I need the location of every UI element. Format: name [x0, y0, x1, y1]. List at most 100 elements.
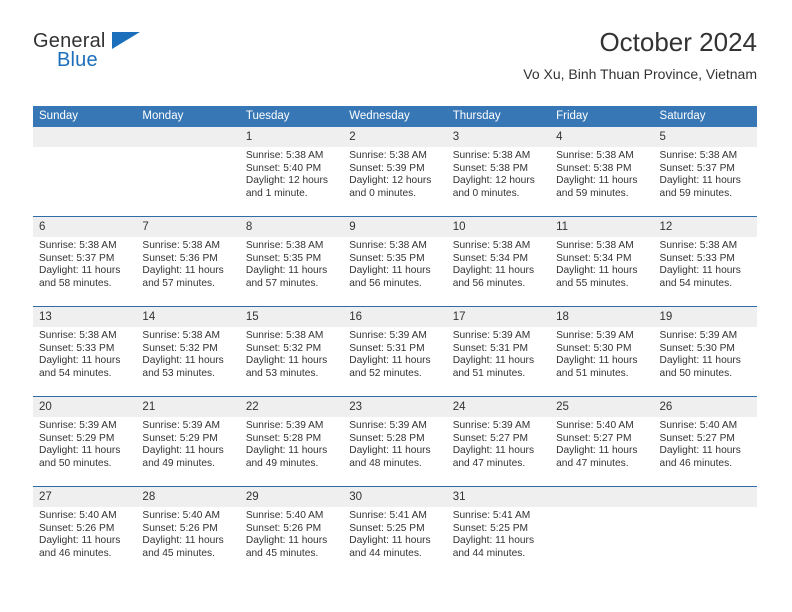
sunset-text: Sunset: 5:38 PM: [556, 162, 632, 174]
day-cell[interactable]: 27 Sunrise: 5:40 AM Sunset: 5:26 PM Dayligh…: [33, 486, 137, 576]
day-cell[interactable]: 23 Sunrise: 5:39 AM Sunset: 5:28 PM Dayligh…: [343, 396, 447, 487]
sunset-text: Sunset: 5:30 PM: [556, 342, 632, 354]
sunset-text: Sunset: 5:35 PM: [245, 252, 322, 264]
sunset-text: Sunset: 5:36 PM: [142, 252, 218, 264]
sunset-text: Sunset: 5:27 PM: [659, 432, 735, 444]
weekday-header-row: Sunday Monday Tuesday Wednesday Thursday…: [33, 106, 757, 127]
day-number: 6: [33, 217, 137, 237]
daylight-text-line2: and 46 minutes.: [39, 547, 112, 559]
daylight-text-line1: Daylight: 11 hours: [39, 535, 121, 547]
day-cell[interactable]: 30 Sunrise: 5:41 AM Sunset: 5:25 PM Dayligh…: [343, 486, 447, 576]
daylight-text-line1: Daylight: 11 hours: [349, 265, 431, 277]
day-details: Sunrise: 5:40 AM Sunset: 5:26 PM Daylight:…: [33, 507, 136, 560]
day-cell[interactable]: 4 Sunrise: 5:38 AM Sunset: 5:38 PM Daylight…: [550, 127, 654, 217]
sunrise-text: Sunrise: 5:39 AM: [556, 330, 634, 341]
day-cell[interactable]: 3 Sunrise: 5:38 AM Sunset: 5:38 PM Daylight…: [446, 127, 551, 217]
day-cell[interactable]: 14 Sunrise: 5:38 AM Sunset: 5:32 PM Dayligh…: [136, 306, 240, 397]
day-cell[interactable]: 20 Sunrise: 5:39 AM Sunset: 5:29 PM Dayligh…: [33, 396, 137, 487]
daylight-text-line2: and 51 minutes.: [452, 367, 526, 379]
day-cell[interactable]: [550, 486, 654, 576]
day-cell[interactable]: 17 Sunrise: 5:39 AM Sunset: 5:31 PM Dayligh…: [446, 306, 551, 397]
day-number: 24: [446, 397, 551, 417]
daylight-text-line1: Daylight: 11 hours: [556, 355, 638, 367]
day-cell[interactable]: 7 Sunrise: 5:38 AM Sunset: 5:36 PM Daylight…: [136, 216, 240, 307]
weekday-header-sunday: Sunday: [33, 106, 137, 127]
day-details: Sunrise: 5:39 AM Sunset: 5:30 PM Daylight:…: [654, 327, 757, 380]
daylight-text-line1: Daylight: 11 hours: [142, 355, 224, 367]
day-details: Sunrise: 5:38 AM Sunset: 5:33 PM Daylight:…: [654, 237, 757, 290]
sunrise-text: Sunrise: 5:39 AM: [142, 420, 221, 431]
day-cell[interactable]: 5 Sunrise: 5:38 AM Sunset: 5:37 PM Daylight…: [653, 127, 757, 217]
day-cell[interactable]: 1 Sunrise: 5:38 AM Sunset: 5:40 PM Daylight…: [239, 127, 344, 217]
day-cell[interactable]: 13 Sunrise: 5:38 AM Sunset: 5:33 PM Dayligh…: [33, 306, 137, 397]
sunset-text: Sunset: 5:34 PM: [556, 252, 632, 264]
sunrise-text: Sunrise: 5:38 AM: [556, 240, 634, 251]
day-cell[interactable]: 31 Sunrise: 5:41 AM Sunset: 5:25 PM Dayligh…: [446, 486, 551, 576]
weekday-header-monday: Monday: [136, 106, 240, 127]
day-cell[interactable]: 19 Sunrise: 5:39 AM Sunset: 5:30 PM Dayligh…: [653, 306, 757, 397]
calendar-week-row: 6 Sunrise: 5:38 AM Sunset: 5:37 PM Daylight…: [33, 216, 757, 307]
logo-text-blue: Blue: [57, 49, 98, 71]
sunrise-text: Sunrise: 5:39 AM: [452, 330, 531, 341]
sunset-text: Sunset: 5:33 PM: [39, 342, 115, 354]
sunrise-text: Sunrise: 5:41 AM: [349, 510, 427, 521]
day-cell[interactable]: 26 Sunrise: 5:40 AM Sunset: 5:27 PM Dayligh…: [653, 396, 757, 487]
day-cell[interactable]: 8 Sunrise: 5:38 AM Sunset: 5:35 PM Daylight…: [239, 216, 344, 307]
day-cell[interactable]: 24 Sunrise: 5:39 AM Sunset: 5:27 PM Dayligh…: [446, 396, 551, 487]
day-details: Sunrise: 5:39 AM Sunset: 5:28 PM Daylight:…: [343, 417, 446, 470]
day-cell[interactable]: 28 Sunrise: 5:40 AM Sunset: 5:26 PM Dayligh…: [136, 486, 240, 576]
sunset-text: Sunset: 5:40 PM: [245, 162, 322, 174]
sunset-text: Sunset: 5:29 PM: [39, 432, 115, 444]
daylight-text-line2: and 44 minutes.: [349, 547, 422, 559]
sunrise-text: Sunrise: 5:38 AM: [245, 150, 324, 161]
day-details: Sunrise: 5:38 AM Sunset: 5:37 PM Daylight:…: [654, 147, 757, 200]
daylight-text-line2: and 45 minutes.: [142, 547, 215, 559]
day-cell[interactable]: [136, 127, 240, 217]
daylight-text-line2: and 52 minutes.: [349, 367, 422, 379]
day-cell[interactable]: 9 Sunrise: 5:38 AM Sunset: 5:35 PM Daylight…: [343, 216, 447, 307]
day-details: Sunrise: 5:38 AM Sunset: 5:34 PM Daylight:…: [550, 237, 653, 290]
daylight-text-line1: Daylight: 11 hours: [142, 445, 224, 457]
sunrise-text: Sunrise: 5:38 AM: [556, 150, 634, 161]
daylight-text-line2: and 59 minutes.: [556, 187, 629, 199]
day-cell[interactable]: 21 Sunrise: 5:39 AM Sunset: 5:29 PM Dayligh…: [136, 396, 240, 487]
day-cell[interactable]: 16 Sunrise: 5:39 AM Sunset: 5:31 PM Dayligh…: [343, 306, 447, 397]
day-cell[interactable]: 29 Sunrise: 5:40 AM Sunset: 5:26 PM Dayligh…: [239, 486, 344, 576]
day-cell[interactable]: 10 Sunrise: 5:38 AM Sunset: 5:34 PM Dayligh…: [446, 216, 551, 307]
day-number: 16: [343, 307, 447, 327]
day-number: 8: [239, 217, 344, 237]
day-number: 12: [653, 217, 757, 237]
daylight-text-line2: and 58 minutes.: [39, 277, 112, 289]
day-number: 28: [136, 487, 240, 507]
day-cell[interactable]: 2 Sunrise: 5:38 AM Sunset: 5:39 PM Daylight…: [343, 127, 447, 217]
day-details: Sunrise: 5:38 AM Sunset: 5:36 PM Daylight:…: [136, 237, 239, 290]
day-number: 19: [653, 307, 757, 327]
day-cell[interactable]: 15 Sunrise: 5:38 AM Sunset: 5:32 PM Dayligh…: [239, 306, 344, 397]
sunset-text: Sunset: 5:39 PM: [349, 162, 425, 174]
general-blue-logo[interactable]: General Blue: [33, 30, 233, 86]
daylight-text-line1: Daylight: 11 hours: [556, 175, 638, 187]
daylight-text-line1: Daylight: 11 hours: [142, 265, 224, 277]
day-number: 30: [343, 487, 447, 507]
daylight-text-line1: Daylight: 11 hours: [349, 535, 431, 547]
day-number: [136, 127, 240, 147]
daylight-text-line1: Daylight: 11 hours: [245, 355, 328, 367]
daylight-text-line1: Daylight: 11 hours: [39, 355, 121, 367]
day-cell[interactable]: 18 Sunrise: 5:39 AM Sunset: 5:30 PM Dayligh…: [550, 306, 654, 397]
sunset-text: Sunset: 5:31 PM: [452, 342, 529, 354]
sunrise-text: Sunrise: 5:40 AM: [245, 510, 324, 521]
weekday-header-friday: Friday: [550, 106, 654, 127]
day-cell[interactable]: 11 Sunrise: 5:38 AM Sunset: 5:34 PM Dayligh…: [550, 216, 654, 307]
daylight-text-line2: and 45 minutes.: [245, 547, 319, 559]
sunrise-text: Sunrise: 5:39 AM: [659, 330, 738, 341]
day-cell[interactable]: 6 Sunrise: 5:38 AM Sunset: 5:37 PM Daylight…: [33, 216, 137, 307]
day-cell[interactable]: [653, 486, 757, 576]
day-cell[interactable]: [33, 127, 137, 217]
day-cell[interactable]: 25 Sunrise: 5:40 AM Sunset: 5:27 PM Dayligh…: [550, 396, 654, 487]
day-number: 29: [239, 487, 344, 507]
day-cell[interactable]: 12 Sunrise: 5:38 AM Sunset: 5:33 PM Dayligh…: [653, 216, 757, 307]
day-details: [550, 507, 653, 510]
daylight-text-line2: and 54 minutes.: [659, 277, 733, 289]
daylight-text-line2: and 57 minutes.: [142, 277, 215, 289]
day-cell[interactable]: 22 Sunrise: 5:39 AM Sunset: 5:28 PM Dayligh…: [239, 396, 344, 487]
